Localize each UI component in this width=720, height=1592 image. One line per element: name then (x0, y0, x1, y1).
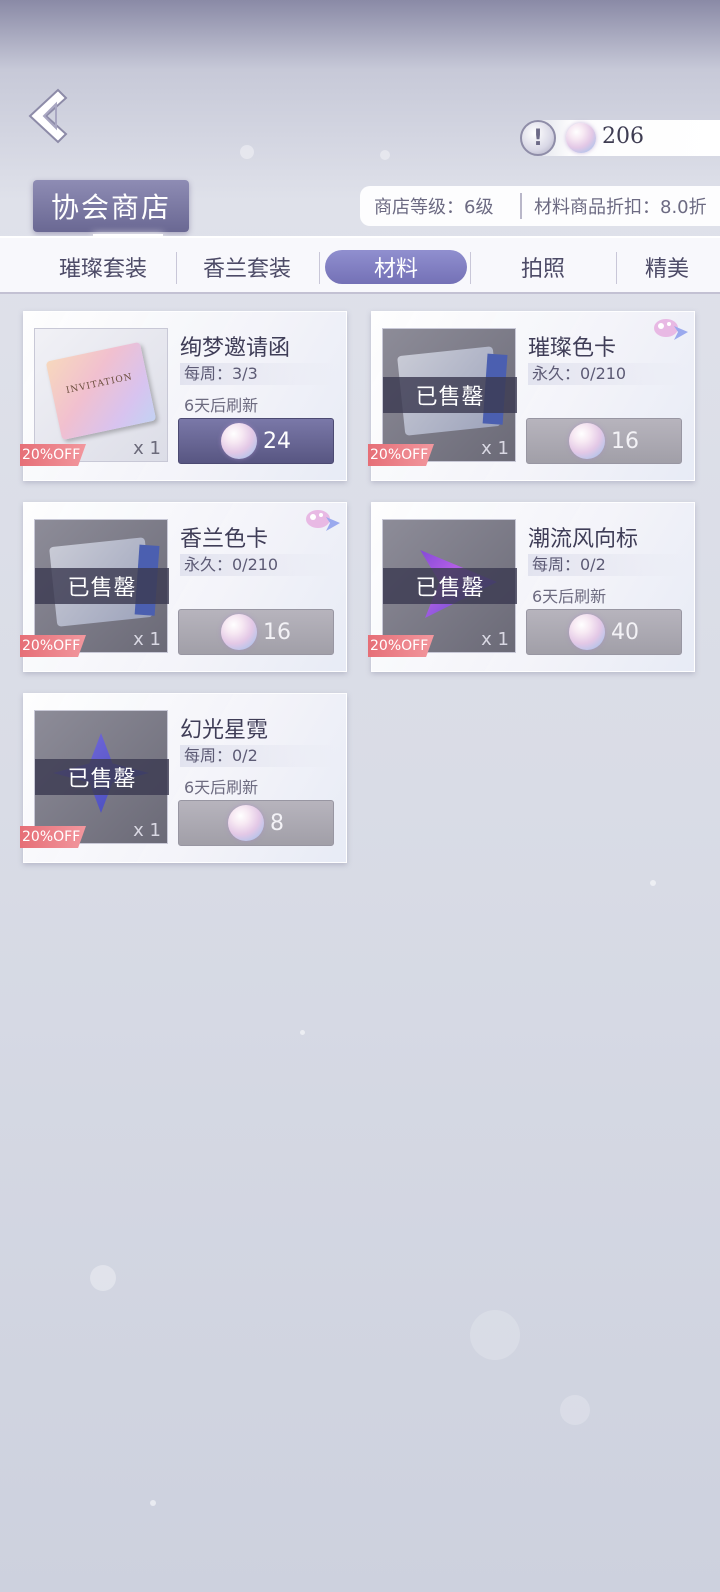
tab-divider (176, 252, 177, 284)
currency-bar: ! 206 (520, 120, 720, 156)
pearl-icon (221, 423, 257, 459)
tab-divider (319, 252, 320, 284)
purchase-limit: 每周：0/2 (528, 554, 686, 576)
item-name: 绚梦邀请函 (180, 336, 291, 361)
invitation-art-text: INVITATION (65, 372, 134, 397)
pearl-icon (566, 123, 596, 153)
item-name: 潮流风向标 (528, 527, 639, 552)
item-thumbnail: INVITATION x 1 (34, 328, 168, 462)
purchase-limit: 每周：0/2 (180, 745, 338, 767)
shortcut-arrow-icon[interactable] (652, 316, 690, 346)
shop-level: 商店等级：6级 (374, 197, 494, 218)
tab-orchid-suit[interactable]: 香兰套装 (182, 238, 312, 296)
buy-button: 16 (178, 609, 334, 655)
price-value: 40 (611, 619, 639, 645)
shop-info: 商店等级：6级 材料商品折扣：8.0折 (360, 186, 720, 226)
discount-badge: 20%OFF (20, 635, 86, 657)
item-name: 香兰色卡 (180, 527, 269, 552)
buy-button[interactable]: 24 (178, 418, 334, 464)
item-thumbnail: 已售罄 x 1 (382, 519, 517, 653)
discount-badge: 20%OFF (20, 826, 86, 848)
sold-out-label: 已售罄 (35, 568, 169, 604)
discount-badge: 20%OFF (368, 635, 434, 657)
purchase-limit: 永久：0/210 (528, 363, 686, 385)
sold-out-label: 已售罄 (35, 759, 169, 795)
discount-badge: 20%OFF (20, 444, 86, 466)
tab-materials[interactable]: 材料 (325, 250, 467, 284)
tab-shining-suit[interactable]: 璀璨套装 (38, 238, 168, 296)
item-card[interactable]: INVITATION x 1 20%OFF 绚梦邀请函 每周：3/3 6天后刷新… (20, 311, 347, 481)
price-value: 24 (263, 428, 291, 454)
pearl-icon (569, 614, 605, 650)
material-discount: 材料商品折扣：8.0折 (534, 197, 707, 218)
category-tabs: 璀璨套装 香兰套装 材料 拍照 精美 (0, 236, 720, 294)
buy-button: 16 (526, 418, 682, 464)
back-button[interactable] (26, 86, 86, 146)
sold-out-label: 已售罄 (383, 568, 517, 604)
item-name: 璀璨色卡 (528, 336, 617, 361)
item-card[interactable]: 已售罄 x 1 20%OFF 幻光星霓 每周：0/2 6天后刷新 8 (20, 693, 347, 863)
item-name: 幻光星霓 (180, 718, 269, 743)
item-quantity: x 1 (133, 629, 161, 650)
price-value: 16 (263, 619, 291, 645)
item-quantity: x 1 (481, 438, 509, 459)
refresh-timer: 6天后刷新 (184, 778, 259, 797)
tab-divider (616, 252, 617, 284)
item-card[interactable]: 已售罄 x 1 20%OFF 香兰色卡 永久：0/210 16 (20, 502, 347, 672)
buy-button: 8 (178, 800, 334, 846)
sold-out-label: 已售罄 (383, 377, 517, 413)
refresh-timer: 6天后刷新 (184, 396, 259, 415)
divider (520, 193, 522, 219)
pearl-icon (569, 423, 605, 459)
price-value: 8 (270, 810, 284, 836)
tab-exquisite[interactable]: 精美 (622, 238, 712, 296)
item-card[interactable]: 已售罄 x 1 20%OFF 潮流风向标 每周：0/2 6天后刷新 40 (368, 502, 695, 672)
price-value: 16 (611, 428, 639, 454)
invitation-image: INVITATION (45, 341, 157, 441)
item-thumbnail: 已售罄 x 1 (34, 519, 169, 653)
tab-photo[interactable]: 拍照 (478, 238, 608, 296)
back-arrow-icon (28, 88, 68, 144)
refresh-timer: 6天后刷新 (532, 587, 607, 606)
buy-button: 40 (526, 609, 682, 655)
purchase-limit: 永久：0/210 (180, 554, 338, 576)
item-thumbnail: 已售罄 x 1 (34, 710, 169, 844)
info-icon[interactable]: ! (520, 120, 556, 156)
currency-value: 206 (602, 124, 644, 149)
item-card[interactable]: 已售罄 x 1 20%OFF 璀璨色卡 永久：0/210 16 (368, 311, 695, 481)
item-thumbnail: 已售罄 x 1 (382, 328, 517, 462)
tab-divider (470, 252, 471, 284)
discount-badge: 20%OFF (368, 444, 434, 466)
item-quantity: x 1 (133, 820, 161, 841)
shop-title: 协会商店 (33, 180, 189, 238)
pearl-icon (228, 805, 264, 841)
purchase-limit: 每周：3/3 (180, 363, 338, 385)
pearl-icon (221, 614, 257, 650)
shortcut-arrow-icon[interactable] (304, 507, 342, 537)
item-quantity: x 1 (133, 438, 161, 459)
item-quantity: x 1 (481, 629, 509, 650)
